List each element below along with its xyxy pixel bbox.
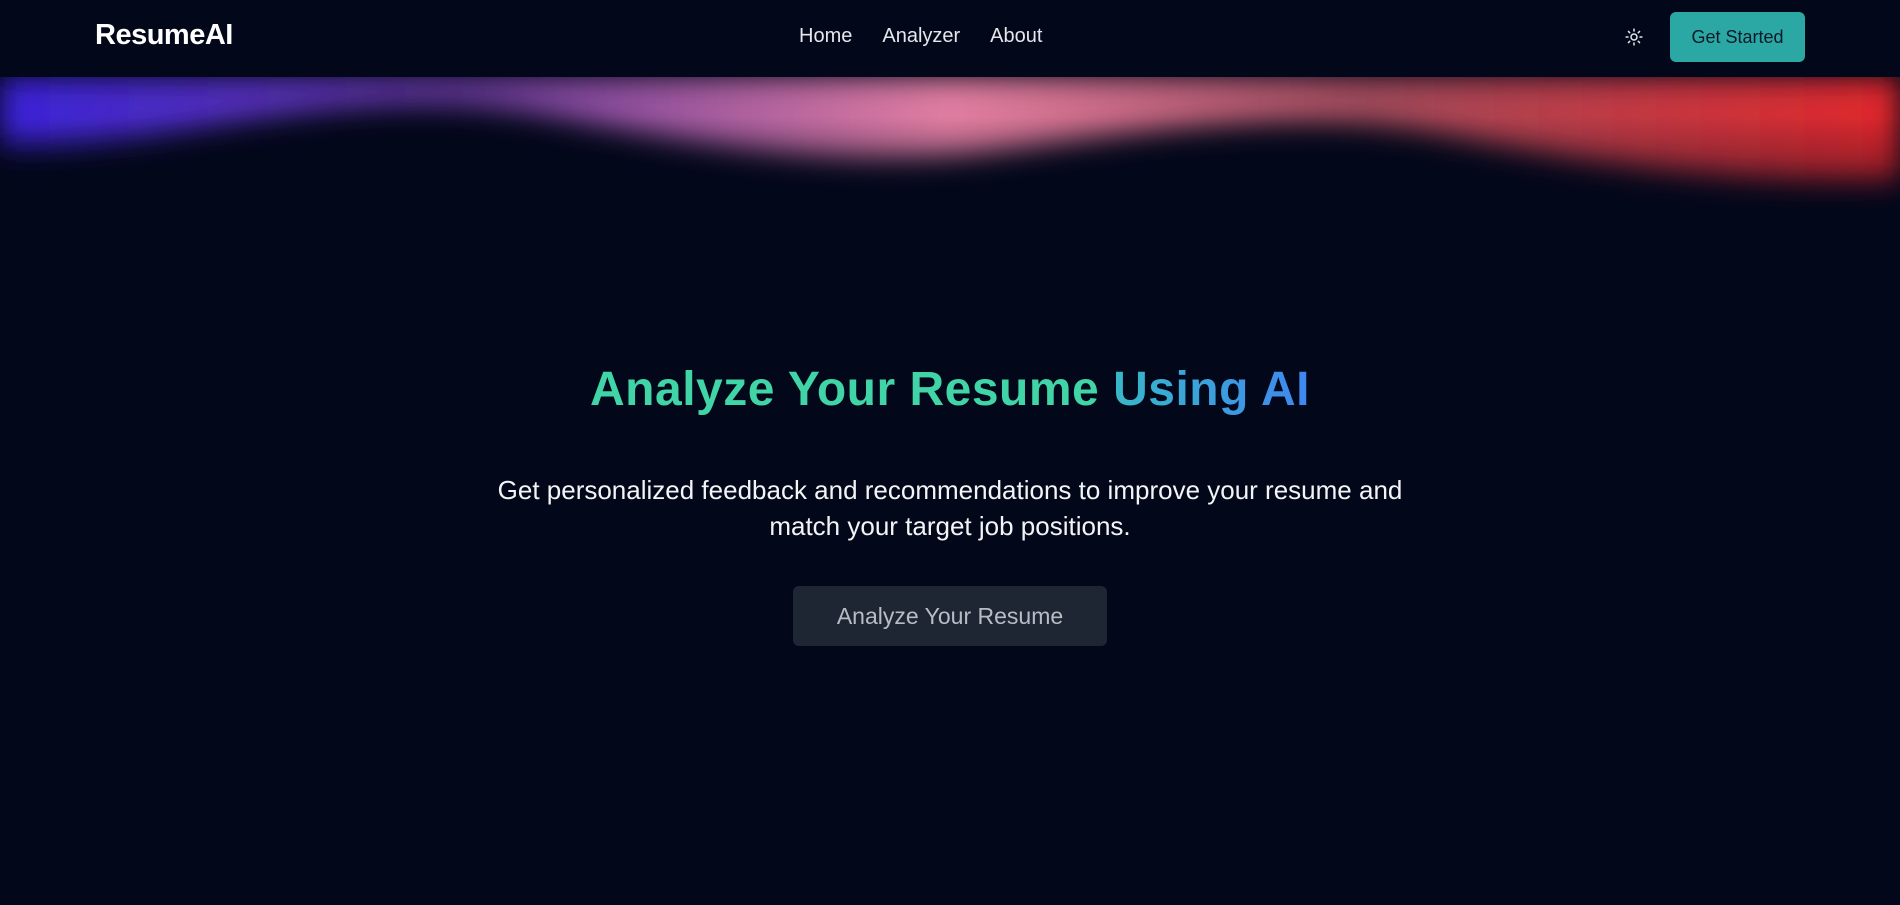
nav-link-about[interactable]: About (990, 25, 1042, 48)
hero-section: Analyze Your Resume Using AI Get persona… (0, 360, 1900, 646)
hero-title: Analyze Your Resume Using AI (0, 360, 1900, 420)
hero-subtitle-line2: match your target job positions. (769, 511, 1131, 541)
hero-title-part-b: Using AI (1113, 363, 1310, 416)
analyze-resume-button[interactable]: Analyze Your Resume (793, 586, 1107, 646)
hero-title-part-a: Analyze Your Resume (590, 363, 1100, 416)
nav-link-home[interactable]: Home (799, 25, 852, 48)
page: ResumeAI Home Analyzer About Get Started (0, 0, 1900, 905)
theme-toggle-button[interactable] (1622, 25, 1646, 49)
logo[interactable]: ResumeAI (95, 19, 233, 52)
nav-link-analyzer[interactable]: Analyzer (882, 25, 960, 48)
get-started-button[interactable]: Get Started (1670, 12, 1805, 62)
nav-links: Home Analyzer About (799, 25, 1042, 48)
navbar: ResumeAI Home Analyzer About Get Started (0, 0, 1900, 77)
gradient-wave (0, 77, 1900, 207)
hero-subtitle-line1: Get personalized feedback and recommenda… (497, 475, 1403, 505)
hero-subtitle: Get personalized feedback and recommenda… (470, 472, 1430, 544)
sun-icon (1625, 28, 1643, 46)
